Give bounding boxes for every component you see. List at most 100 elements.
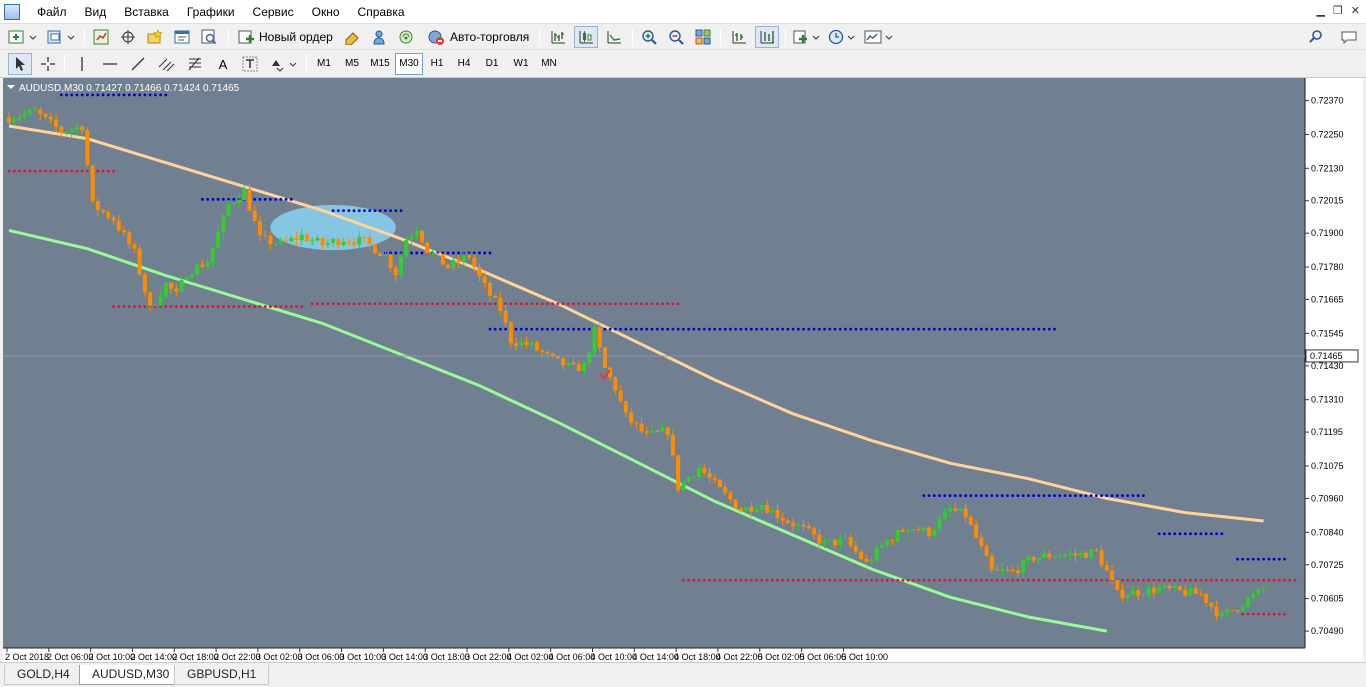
support-dot [655, 302, 659, 306]
support-dot [404, 302, 408, 306]
templates-button[interactable] [862, 26, 896, 48]
candlestick-icon [579, 31, 593, 44]
support-dot [1283, 578, 1286, 582]
text-label-tool-button[interactable] [238, 53, 262, 75]
timeframe-mn[interactable]: MN [536, 53, 562, 75]
horizontal-line-button[interactable] [98, 53, 122, 75]
bull-candle [1141, 594, 1146, 596]
bear-candle [561, 358, 566, 366]
new-chart-icon [8, 30, 37, 44]
market-watch-button[interactable] [90, 26, 112, 48]
resistance-dot [932, 494, 936, 498]
tab-audusd-m30[interactable]: AUDUSD,M30 [79, 665, 183, 685]
bear-candle [482, 276, 487, 284]
auto-trading-button[interactable]: Авто-торговля [423, 26, 533, 48]
timeframe-d1[interactable]: D1 [480, 53, 504, 75]
resistance-dot [608, 327, 612, 331]
arrows-tool-button[interactable] [266, 53, 300, 75]
bear-candle [749, 506, 754, 512]
support-dot [284, 305, 288, 308]
plot-area[interactable] [3, 78, 1305, 648]
zoom-out-button[interactable] [665, 26, 687, 48]
equidistant-channel-button[interactable] [154, 53, 180, 75]
terminal-button[interactable] [171, 26, 193, 48]
market-button[interactable] [395, 26, 417, 48]
menu-tools[interactable]: Сервис [244, 0, 303, 24]
chat-button[interactable] [1337, 26, 1361, 48]
cursor-tool-button[interactable] [8, 53, 32, 75]
metaeditor-button[interactable] [341, 26, 363, 48]
resistance-dot [1089, 494, 1093, 498]
vertical-line-button[interactable] [70, 53, 94, 75]
resistance-dot [1032, 327, 1036, 331]
resistance-dot [1011, 494, 1015, 498]
menu-view[interactable]: Вид [76, 0, 116, 24]
fibonacci-button[interactable] [183, 53, 209, 75]
new-chart-button[interactable] [6, 26, 40, 48]
strategy-tester-button[interactable] [198, 26, 220, 48]
search-button[interactable] [1305, 26, 1327, 48]
timeframe-h4[interactable]: H4 [452, 53, 476, 75]
menu-file[interactable]: Файл [28, 0, 76, 24]
new-order-button[interactable]: Новый ордер [234, 26, 338, 48]
support-dot [279, 305, 283, 308]
zoom-in-button[interactable] [638, 26, 660, 48]
text-tool-button[interactable]: A [212, 53, 234, 75]
support-dot [1267, 612, 1271, 616]
timeframe-m1[interactable]: M1 [312, 53, 336, 75]
bear-candle [1120, 589, 1125, 599]
restore-icon[interactable]: ❐ [1333, 4, 1343, 17]
timeframe-h1[interactable]: H1 [425, 53, 449, 75]
candlestick-chart-button[interactable] [574, 26, 598, 48]
support-dot [180, 305, 183, 308]
navigator-button[interactable] [144, 26, 166, 48]
auto-scroll-button[interactable] [755, 26, 779, 48]
bear-candle [1204, 593, 1209, 603]
app-icon[interactable] [4, 3, 20, 20]
support-dot [1272, 578, 1276, 582]
price-chart[interactable]: 0.72370 0.72250 0.72130 0.72015 0.71900 0.717… [3, 78, 1363, 662]
menu-charts[interactable]: Графики [178, 0, 244, 24]
periods-button[interactable] [826, 26, 858, 48]
support-dot [289, 305, 293, 308]
timeframe-m30[interactable]: M30 [395, 53, 423, 75]
bull-candle [911, 529, 916, 531]
profiles-button[interactable] [44, 26, 78, 48]
resistance-dot [922, 327, 926, 331]
tile-windows-button[interactable] [692, 26, 714, 48]
crosshair-tool-button[interactable] [36, 53, 60, 75]
close-icon[interactable]: ✕ [1351, 4, 1360, 17]
bar-chart-button[interactable] [546, 26, 570, 48]
signals-button[interactable] [368, 26, 390, 48]
resistance-dot [1105, 494, 1109, 498]
data-window-button[interactable] [117, 26, 139, 48]
bear-candle [477, 267, 482, 277]
resistance-dot [1021, 494, 1025, 498]
support-dot [216, 305, 220, 308]
resistance-dot [786, 327, 790, 331]
bear-candle [974, 524, 979, 538]
tab-gold-h4[interactable]: GOLD,H4 [4, 665, 83, 685]
timeframe-m5[interactable]: M5 [340, 53, 364, 75]
support-dot [1162, 578, 1166, 582]
support-dot [1283, 612, 1286, 616]
tab-gbpusd-h1[interactable]: GBPUSD,H1 [174, 665, 270, 685]
menu-window[interactable]: Окно [303, 0, 349, 24]
resistance-dot [911, 327, 915, 331]
resistance-dot [718, 327, 722, 331]
timeframe-m15[interactable]: M15 [366, 53, 394, 75]
minimize-icon[interactable]: ▁ [1316, 4, 1324, 17]
resistance-dot [561, 327, 565, 331]
trendline-button[interactable] [126, 53, 150, 75]
menu-help[interactable]: Справка [349, 0, 414, 24]
timeframe-w1[interactable]: W1 [508, 53, 534, 75]
resistance-dot [927, 494, 931, 498]
bear-candle [1094, 549, 1099, 551]
chart-shift-button[interactable] [727, 26, 751, 48]
indicators-button[interactable] [791, 26, 823, 48]
line-chart-button[interactable] [602, 26, 626, 48]
support-dot [572, 302, 575, 306]
bull-candle [221, 215, 226, 232]
resistance-dot [368, 209, 372, 213]
menu-insert[interactable]: Вставка [115, 0, 178, 24]
